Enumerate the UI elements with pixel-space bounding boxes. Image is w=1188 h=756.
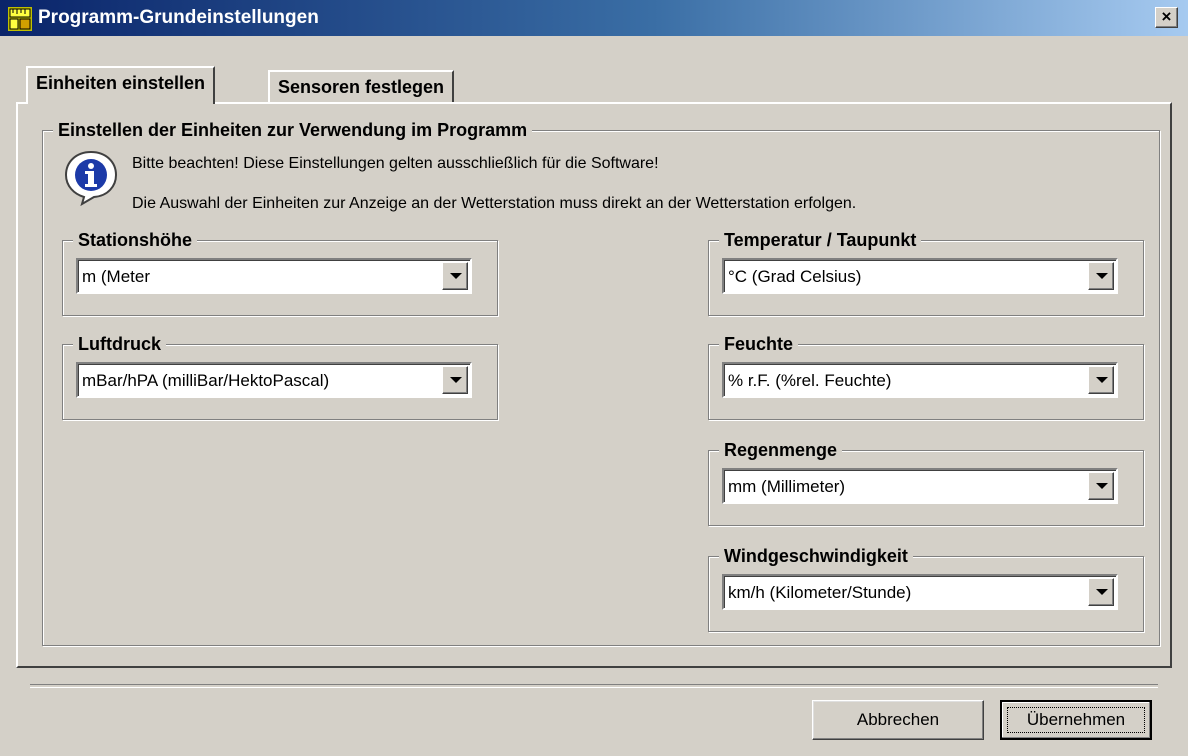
cancel-button[interactable]: Abbrechen — [812, 700, 984, 740]
station-height-value: m (Meter — [82, 267, 150, 286]
temperature-value: °C (Grad Celsius) — [728, 267, 862, 286]
chevron-down-icon[interactable] — [1088, 262, 1114, 290]
tab-einheiten[interactable]: Einheiten einstellen — [26, 66, 216, 104]
rain-value: mm (Millimeter) — [728, 477, 846, 496]
tab-sensoren[interactable]: Sensoren festlegen — [268, 70, 455, 104]
close-button[interactable]: × — [1155, 7, 1178, 28]
temperature-select[interactable]: °C (Grad Celsius) — [722, 258, 1118, 294]
chevron-down-icon[interactable] — [442, 366, 468, 394]
temperature-label: Temperatur / Taupunkt — [719, 229, 922, 251]
wind-value: km/h (Kilometer/Stunde) — [728, 583, 912, 602]
wind-label: Windgeschwindigkeit — [719, 545, 913, 567]
rain-label: Regenmenge — [719, 439, 843, 461]
wind-select[interactable]: km/h (Kilometer/Stunde) — [722, 574, 1118, 610]
info-line-1: Bitte beachten! Diese Einstellungen gelt… — [132, 155, 659, 172]
tab-label: Einheiten einstellen — [36, 73, 206, 93]
station-height-select[interactable]: m (Meter — [76, 258, 472, 294]
info-line-2: Die Auswahl der Einheiten zur Anzeige an… — [132, 195, 857, 212]
close-icon: × — [1161, 7, 1172, 26]
info-icon — [64, 150, 118, 206]
air-pressure-value: mBar/hPA (milliBar/HektoPascal) — [82, 371, 330, 390]
title-bar[interactable]: Programm-Grundeinstellungen × — [0, 0, 1188, 36]
separator — [30, 684, 1158, 688]
station-height-label: Stationshöhe — [73, 229, 198, 251]
rain-select[interactable]: mm (Millimeter) — [722, 468, 1118, 504]
chevron-down-icon[interactable] — [1088, 366, 1114, 394]
chevron-down-icon[interactable] — [1088, 578, 1114, 606]
humidity-label: Feuchte — [719, 333, 799, 355]
apply-button[interactable]: Übernehmen — [1000, 700, 1152, 740]
cancel-button-label: Abbrechen — [856, 710, 940, 729]
tab-label: Sensoren festlegen — [278, 77, 445, 97]
air-pressure-label: Luftdruck — [73, 333, 166, 355]
humidity-value: % r.F. (%rel. Feuchte) — [728, 371, 892, 390]
focus-rect — [1007, 707, 1145, 733]
units-group-title: Einstellen der Einheiten zur Verwendung … — [53, 119, 533, 141]
chevron-down-icon[interactable] — [1088, 472, 1114, 500]
app-icon — [8, 7, 32, 31]
humidity-select[interactable]: % r.F. (%rel. Feuchte) — [722, 362, 1118, 398]
window-title: Programm-Grundeinstellungen — [38, 7, 319, 28]
air-pressure-select[interactable]: mBar/hPA (milliBar/HektoPascal) — [76, 362, 472, 398]
chevron-down-icon[interactable] — [442, 262, 468, 290]
